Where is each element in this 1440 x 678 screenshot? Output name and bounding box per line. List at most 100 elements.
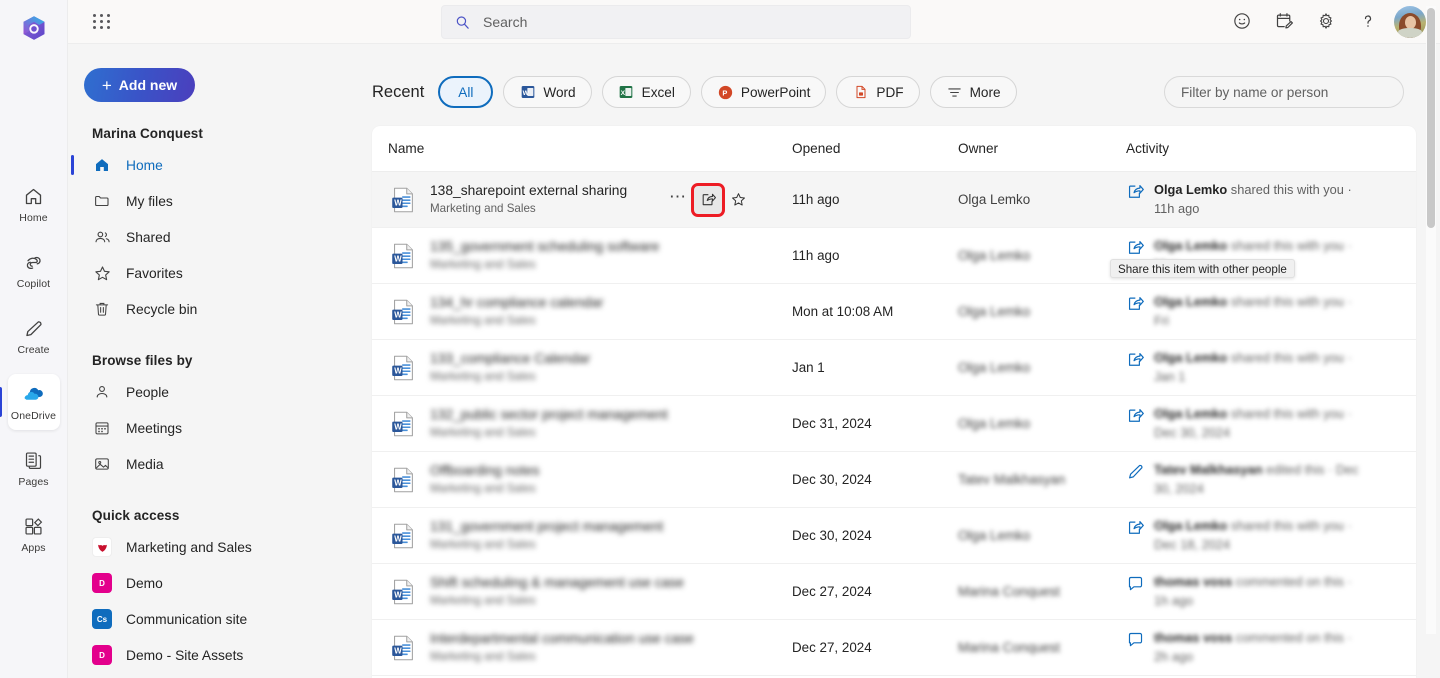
sidebar-item-label: Demo — [126, 575, 163, 591]
column-header-name[interactable]: Name — [372, 141, 792, 156]
sidebar-item-recycle-bin[interactable]: Recycle bin — [68, 291, 360, 327]
microsoft-365-logo[interactable] — [14, 8, 54, 48]
app-rail: Home Copilot Create OneDrive Pages Apps — [0, 0, 68, 678]
cell-opened: Dec 30, 2024 — [792, 472, 958, 487]
activity-text: Tatev Malkhasyan edited this · Dec 30, 2… — [1154, 461, 1359, 496]
filter-chip-powerpoint[interactable]: P PowerPoint — [700, 76, 827, 108]
filter-chip-word[interactable]: W Word — [503, 76, 592, 108]
rail-item-pages[interactable]: Pages — [8, 440, 60, 496]
filter-chip-label: All — [458, 84, 474, 100]
share-activity-icon — [1126, 518, 1145, 537]
sidebar-item-media[interactable]: Media — [68, 446, 360, 482]
file-name[interactable]: 135_government scheduling software — [430, 238, 760, 256]
settings-gear-button[interactable] — [1310, 6, 1342, 38]
more-options-button[interactable]: ⋯ — [664, 186, 692, 214]
table-row[interactable]: W Offboarding notes Marketing and Sales … — [372, 452, 1416, 508]
app-launcher-button[interactable] — [82, 2, 122, 42]
rail-item-create[interactable]: Create — [8, 308, 60, 364]
table-row[interactable]: W Shift scheduling & management use case… — [372, 564, 1416, 620]
owner-name: Marina Conquest — [958, 640, 1060, 655]
sidebar-item-label: My files — [126, 193, 173, 209]
sidebar-item-demo-site-assets[interactable]: D Demo - Site Assets — [68, 637, 360, 673]
table-row[interactable]: W 138_sharepoint external sharing Market… — [372, 172, 1416, 228]
cell-owner: Olga Lemko — [958, 528, 1126, 543]
cell-owner: Olga Lemko — [958, 304, 1126, 319]
add-new-label: Add new — [118, 77, 178, 93]
add-new-button[interactable]: + Add new — [84, 68, 195, 102]
filter-by-name-input[interactable] — [1164, 76, 1404, 108]
file-name[interactable]: 138_sharepoint external sharing — [430, 182, 658, 200]
file-name[interactable]: Shift scheduling & management use case — [430, 574, 760, 592]
share-button[interactable] — [691, 182, 725, 217]
search-box[interactable] — [441, 5, 911, 39]
activity-text: Olga Lemko shared this with you · 11h ag… — [1154, 181, 1352, 216]
table-row[interactable]: W 134_hr compliance calendar Marketing a… — [372, 284, 1416, 340]
filter-chip-label: Word — [543, 84, 576, 100]
sidebar-item-home[interactable]: Home — [68, 147, 360, 183]
main-content: Recent All W Word X Excel P PowerPoint P… — [360, 44, 1440, 678]
file-name[interactable]: Offboarding notes — [430, 462, 760, 480]
table-row[interactable]: W 132_public sector project management M… — [372, 396, 1416, 452]
cell-owner: Marina Conquest — [958, 640, 1126, 655]
rail-item-label: Home — [19, 211, 48, 224]
file-name[interactable]: 131_government project management — [430, 518, 760, 536]
left-sidebar: + Add new Marina Conquest Home My files — [68, 44, 360, 678]
column-header-activity[interactable]: Activity — [1126, 141, 1376, 156]
search-input[interactable] — [483, 14, 898, 30]
activity-text: thomas voss commented on this · 1h ago — [1154, 573, 1352, 608]
file-name[interactable]: 133_compliance Calendar — [430, 350, 760, 368]
site-letter-icon: D — [92, 573, 112, 593]
opened-time: Mon at 10:08 AM — [792, 304, 894, 319]
sidebar-item-communication-site[interactable]: Cs Communication site — [68, 601, 360, 637]
sidebar-item-meetings[interactable]: Meetings — [68, 410, 360, 446]
cell-owner: Olga Lemko — [958, 360, 1126, 375]
help-button[interactable] — [1352, 6, 1384, 38]
owner-name: Olga Lemko — [958, 360, 1031, 375]
svg-text:W: W — [394, 254, 402, 263]
word-document-icon: W — [388, 577, 418, 607]
file-name[interactable]: Interdepartmental communication use case — [430, 630, 760, 648]
file-name-block: Interdepartmental communication use case… — [430, 630, 760, 665]
file-name[interactable]: 134_hr compliance calendar — [430, 294, 760, 312]
share-tooltip: Share this item with other people — [1110, 259, 1295, 278]
sidebar-item-marketing-and-sales[interactable]: Marketing and Sales — [68, 529, 360, 565]
favorite-button[interactable] — [724, 186, 752, 214]
column-header-owner[interactable]: Owner — [958, 141, 1126, 156]
vertical-scrollbar[interactable] — [1426, 6, 1436, 634]
cell-owner: Olga Lemko — [958, 248, 1126, 263]
filter-chip-excel[interactable]: X Excel — [601, 76, 691, 108]
rail-item-home[interactable]: Home — [8, 176, 60, 232]
rail-item-copilot[interactable]: Copilot — [8, 242, 60, 298]
excel-icon: X — [618, 84, 635, 101]
filter-chip-pdf[interactable]: PDF — [836, 76, 920, 108]
table-row[interactable]: W 133_compliance Calendar Marketing and … — [372, 340, 1416, 396]
scrollbar-thumb[interactable] — [1427, 8, 1435, 228]
cell-activity: Tatev Malkhasyan edited this · Dec 30, 2… — [1126, 461, 1376, 498]
powerpoint-icon: P — [717, 84, 734, 101]
filter-chip-all[interactable]: All — [438, 76, 494, 108]
opened-time: Jan 1 — [792, 360, 825, 375]
rail-item-apps[interactable]: Apps — [8, 506, 60, 562]
table-row[interactable]: W 131_government project management Mark… — [372, 508, 1416, 564]
feedback-smiley-icon — [1232, 11, 1252, 34]
activity-text: Olga Lemko shared this with you · Dec 30… — [1154, 405, 1352, 440]
sidebar-item-favorites[interactable]: Favorites — [68, 255, 360, 291]
column-header-opened[interactable]: Opened — [792, 141, 958, 156]
rail-item-onedrive[interactable]: OneDrive — [0, 374, 60, 430]
sidebar-item-shared[interactable]: Shared — [68, 219, 360, 255]
rail-selection-indicator — [0, 387, 2, 417]
table-row[interactable]: W Interdepartmental communication use ca… — [372, 620, 1416, 676]
sidebar-item-my-files[interactable]: My files — [68, 183, 360, 219]
meeting-notes-icon-button[interactable] — [1268, 6, 1300, 38]
file-name[interactable]: 132_public sector project management — [430, 406, 760, 424]
filter-chip-more[interactable]: More — [929, 76, 1017, 108]
file-location: Marketing and Sales — [430, 594, 536, 608]
sidebar-item-people[interactable]: People — [68, 374, 360, 410]
sidebar-item-demo[interactable]: D Demo — [68, 565, 360, 601]
word-document-icon: W — [388, 353, 418, 383]
share-activity-icon — [1126, 350, 1145, 369]
avatar[interactable] — [1394, 6, 1426, 38]
feedback-icon-button[interactable] — [1226, 6, 1258, 38]
site-logo-icon — [92, 537, 112, 557]
file-list: Name Opened Owner Activity W 138_sharepo… — [372, 126, 1416, 678]
